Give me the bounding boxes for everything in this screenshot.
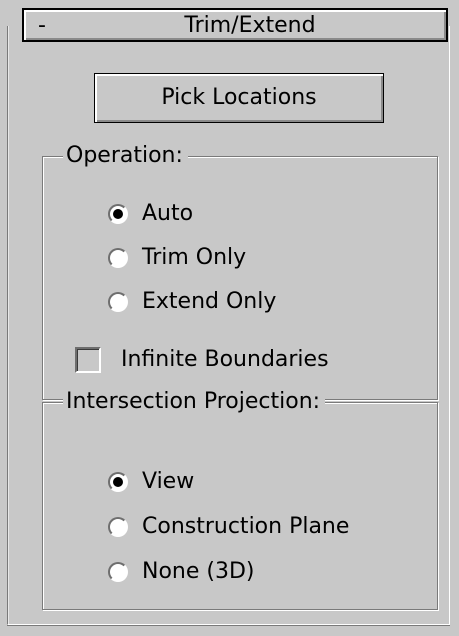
radio-view-label: View — [142, 469, 195, 494]
radio-trim-only[interactable]: Trim Only — [108, 243, 246, 273]
infinite-boundaries-checkbox[interactable] — [75, 347, 101, 373]
radio-construction-plane-indicator[interactable] — [108, 517, 128, 537]
rollout-header-trim-extend[interactable]: - Trim/Extend — [22, 8, 448, 42]
radio-none-3d[interactable]: None (3D) — [108, 557, 255, 587]
infinite-boundaries-label: Infinite Boundaries — [121, 347, 329, 372]
infinite-boundaries-option[interactable]: Infinite Boundaries — [75, 345, 329, 375]
radio-none-3d-label: None (3D) — [142, 559, 255, 584]
radio-construction-plane-label: Construction Plane — [142, 514, 350, 539]
radio-auto-label: Auto — [142, 201, 194, 226]
radio-auto-indicator[interactable] — [108, 204, 128, 224]
radio-auto[interactable]: Auto — [108, 199, 193, 229]
radio-extend-only-indicator[interactable] — [108, 292, 128, 312]
radio-extend-only[interactable]: Extend Only — [108, 287, 276, 317]
radio-view-indicator[interactable] — [108, 472, 128, 492]
intersection-projection-group: Intersection Projection: View Constructi… — [42, 386, 438, 610]
intersection-projection-legend: Intersection Projection: — [63, 386, 326, 418]
rollout-title: Trim/Extend — [184, 13, 316, 38]
pick-locations-button[interactable]: Pick Locations — [94, 73, 384, 123]
radio-trim-only-label: Trim Only — [142, 245, 247, 270]
collapse-icon[interactable]: - — [38, 13, 46, 39]
operation-group: Operation: Auto Trim Only Extend Only In… — [42, 140, 438, 400]
radio-view[interactable]: View — [108, 467, 194, 497]
radio-extend-only-label: Extend Only — [142, 289, 277, 314]
radio-trim-only-indicator[interactable] — [108, 248, 128, 268]
radio-none-3d-indicator[interactable] — [108, 562, 128, 582]
operation-legend: Operation: — [63, 140, 188, 172]
radio-construction-plane[interactable]: Construction Plane — [108, 512, 349, 542]
